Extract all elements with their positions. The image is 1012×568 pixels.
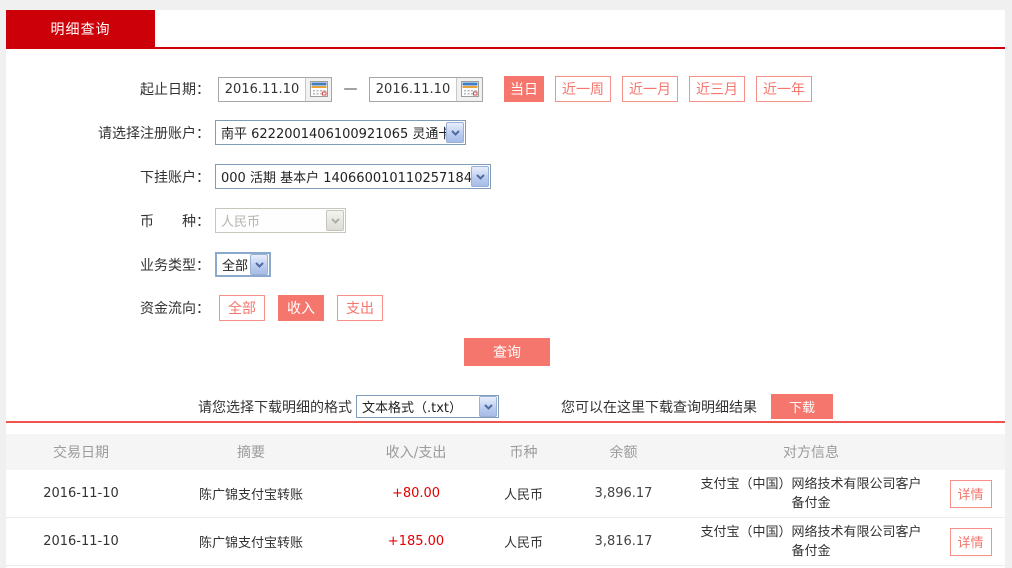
- tab-underline: [6, 47, 1005, 49]
- chevron-down-icon: [250, 254, 268, 275]
- fund-flow-expense-button[interactable]: 支出: [337, 295, 383, 321]
- currency-label: 币 种：: [6, 211, 210, 231]
- download-format-value: 文本格式（.txt）: [357, 397, 479, 416]
- calendar-icon: [461, 81, 479, 97]
- sub-account-select[interactable]: 000 活期 基本户 1406600101102571848: [215, 164, 491, 189]
- download-hint-text: 您可以在这里下载查询明细结果: [561, 397, 757, 417]
- fund-flow-row: 资金流向： 全部 收入 支出: [6, 295, 396, 321]
- cell-amount: +185.00: [346, 534, 486, 549]
- cell-date: 2016-11-10: [6, 534, 156, 549]
- date-range-separator: —: [332, 81, 369, 97]
- business-type-value: 全部: [217, 255, 250, 274]
- business-type-label: 业务类型：: [6, 255, 210, 275]
- header-summary: 摘要: [156, 442, 346, 462]
- register-account-value: 南平 6222001406100921065 灵通卡: [216, 123, 446, 142]
- chevron-down-icon: [446, 122, 464, 143]
- transactions-table: 交易日期 摘要 收入/支出 币种 余额 对方信息 2016-11-10 陈广锦支…: [6, 434, 1005, 566]
- cell-balance: 3,816.17: [561, 534, 686, 549]
- fund-flow-income-button[interactable]: 收入: [278, 295, 324, 321]
- chevron-down-icon: [471, 166, 489, 187]
- download-button[interactable]: 下载: [771, 394, 833, 419]
- header-date: 交易日期: [6, 442, 156, 462]
- end-date-calendar-button[interactable]: [456, 78, 482, 101]
- table-row: 2016-11-10 陈广锦支付宝转账 +80.00 人民币 3,896.17 …: [6, 470, 1005, 518]
- tab-label: 明细查询: [51, 19, 111, 39]
- start-date-input[interactable]: [219, 78, 305, 101]
- cell-amount: +80.00: [346, 486, 486, 501]
- currency-row: 币 种： 人民币: [6, 208, 346, 233]
- register-account-select[interactable]: 南平 6222001406100921065 灵通卡: [215, 120, 466, 145]
- register-account-label: 请选择注册账户：: [6, 123, 210, 143]
- business-type-row: 业务类型： 全部: [6, 252, 271, 277]
- chevron-down-icon: [326, 210, 344, 231]
- business-type-select[interactable]: 全部: [215, 252, 271, 277]
- end-date-field: [369, 77, 483, 102]
- end-date-input[interactable]: [370, 78, 456, 101]
- quick-range-today-button[interactable]: 当日: [504, 76, 544, 102]
- chevron-down-icon: [479, 396, 497, 417]
- detail-button[interactable]: 详情: [950, 480, 992, 508]
- cell-counterparty: 支付宝（中国）网络技术有限公司客户备付金: [696, 475, 926, 513]
- cell-counterparty: 支付宝（中国）网络技术有限公司客户备付金: [696, 523, 926, 561]
- quick-range-quarter-button[interactable]: 近三月: [689, 76, 745, 102]
- section-divider: [6, 421, 1005, 423]
- currency-value: 人民币: [216, 211, 326, 230]
- start-date-calendar-button[interactable]: [305, 78, 331, 101]
- cell-summary: 陈广锦支付宝转账: [156, 484, 346, 503]
- download-row: 请您选择下载明细的格式 文本格式（.txt） 您可以在这里下载查询明细结果 下载: [6, 394, 833, 419]
- start-date-field: [218, 77, 332, 102]
- fund-flow-all-button[interactable]: 全部: [219, 295, 265, 321]
- table-row: 2016-11-10 陈广锦支付宝转账 +185.00 人民币 3,816.17…: [6, 518, 1005, 566]
- calendar-icon: [310, 81, 328, 97]
- cell-date: 2016-11-10: [6, 486, 156, 501]
- detail-button[interactable]: 详情: [950, 528, 992, 556]
- sub-account-label: 下挂账户：: [6, 167, 210, 187]
- sub-account-row: 下挂账户： 000 活期 基本户 1406600101102571848: [6, 164, 491, 189]
- header-currency: 币种: [486, 442, 561, 462]
- query-button[interactable]: 查询: [464, 338, 550, 366]
- register-account-row: 请选择注册账户： 南平 6222001406100921065 灵通卡: [6, 120, 466, 145]
- cell-currency: 人民币: [486, 532, 561, 551]
- sub-account-value: 000 活期 基本户 1406600101102571848: [216, 167, 471, 186]
- download-format-label: 请您选择下载明细的格式: [6, 397, 352, 417]
- cell-summary: 陈广锦支付宝转账: [156, 532, 346, 551]
- quick-range-month-button[interactable]: 近一月: [622, 76, 678, 102]
- date-range-label: 起止日期：: [6, 79, 210, 99]
- tab-detail-query[interactable]: 明细查询: [6, 10, 155, 47]
- download-format-select[interactable]: 文本格式（.txt）: [356, 395, 499, 418]
- table-header-row: 交易日期 摘要 收入/支出 币种 余额 对方信息: [6, 434, 1005, 470]
- quick-range-year-button[interactable]: 近一年: [756, 76, 812, 102]
- cell-currency: 人民币: [486, 484, 561, 503]
- cell-balance: 3,896.17: [561, 486, 686, 501]
- fund-flow-label: 资金流向：: [6, 298, 210, 318]
- quick-range-week-button[interactable]: 近一周: [555, 76, 611, 102]
- header-balance: 余额: [561, 442, 686, 462]
- header-amount: 收入/支出: [346, 442, 486, 462]
- header-counterparty: 对方信息: [686, 442, 936, 462]
- currency-select: 人民币: [215, 208, 346, 233]
- date-range-row: 起止日期： —: [6, 76, 812, 102]
- main-panel: 明细查询 起止日期： —: [6, 10, 1005, 568]
